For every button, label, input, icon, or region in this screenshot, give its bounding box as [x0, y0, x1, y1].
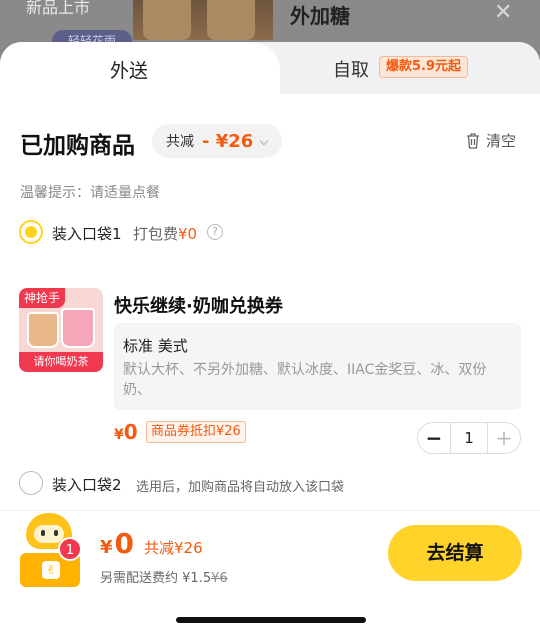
bag1-label: 装入口袋1	[52, 225, 122, 243]
coffee-cup-image	[27, 312, 59, 348]
checkout-bar: ✌ 1 ¥0 共减¥26 另需配送费约 ¥1.5¥6 去结算	[0, 510, 540, 632]
cart-mascot-icon[interactable]: ✌ 1	[18, 511, 84, 587]
packing-fee-label: 打包费	[133, 225, 179, 243]
bag2-hint: 选用后，加购商品将自动放入该口袋	[136, 480, 345, 495]
bag2-radio[interactable]	[19, 471, 43, 495]
clear-label: 清空	[486, 132, 517, 150]
product-price: ¥0	[114, 420, 138, 444]
discount-summary-button[interactable]: 共减 - ¥26 ⌵	[152, 124, 282, 158]
discount-label: 共减	[166, 134, 194, 150]
order-type-tabs: 外送 自取 爆款5.9元起	[0, 42, 540, 98]
quantity-stepper: − 1 +	[417, 422, 521, 454]
mascot-face	[34, 525, 64, 543]
cup-image	[143, 0, 191, 40]
spec-title: 标准 美式	[123, 337, 188, 355]
cart-sheet: 外送 自取 爆款5.9元起 已加购商品 共减 - ¥26 ⌵ 清空 温馨提示：请…	[0, 42, 540, 632]
background-title: 外加糖	[290, 4, 350, 28]
product-name: 快乐继续·奶咖兑换券	[114, 296, 283, 317]
spec-description: 默认大杯、不另外加糖、默认冰度、IIAC金奖豆、冰、双份奶、	[123, 362, 487, 398]
packing-fee: 打包费¥0	[133, 223, 197, 244]
packing-fee-value: ¥0	[178, 225, 198, 243]
chevron-down-icon: ⌵	[259, 133, 269, 148]
help-icon[interactable]: ?	[207, 224, 223, 240]
delivery-fee-original: ¥6	[211, 571, 228, 586]
product-flag: 神抢手	[19, 288, 66, 308]
trash-icon	[467, 132, 479, 149]
milk-tea-cup-image	[61, 308, 95, 348]
discount-amount: - ¥26	[202, 130, 254, 152]
background-label: 新品上市	[26, 0, 91, 17]
mascot-eye	[41, 530, 45, 536]
clear-cart-button[interactable]: 清空	[466, 130, 516, 151]
coupon-tag: 商品券抵扣¥26	[146, 421, 246, 443]
mascot-eye	[54, 530, 58, 536]
increase-button[interactable]: +	[488, 423, 520, 453]
bag2-label: 装入口袋2	[52, 476, 122, 494]
tab-delivery-label: 外送	[110, 60, 149, 82]
cart-count-badge: 1	[58, 537, 82, 561]
pickup-promo-badge: 爆款5.9元起	[379, 56, 469, 78]
warm-tip: 温馨提示：请适量点餐	[20, 185, 160, 201]
delivery-fee-now: ¥1.5	[182, 571, 212, 586]
tab-delivery[interactable]: 外送	[0, 42, 280, 98]
checkout-button[interactable]: 去结算	[388, 525, 522, 581]
total-value: 0	[114, 527, 135, 560]
mascot-logo-icon: ✌	[42, 561, 60, 579]
home-indicator[interactable]	[176, 617, 366, 623]
tab-pickup[interactable]: 自取	[333, 56, 369, 82]
product-image-caption: 请你喝奶茶	[19, 352, 103, 372]
product-image: 神抢手 请你喝奶茶	[19, 288, 103, 372]
price-symbol: ¥	[114, 427, 124, 443]
cup-image	[207, 0, 255, 40]
total-symbol: ¥	[100, 537, 113, 558]
background-product-image	[133, 0, 273, 40]
total-discount: 共减¥26	[144, 539, 203, 557]
delivery-fee-line: 另需配送费约 ¥1.5¥6	[100, 567, 228, 586]
quantity-value[interactable]: 1	[450, 423, 488, 453]
page-title: 已加购商品	[20, 133, 135, 159]
delivery-fee-prefix: 另需配送费约	[100, 571, 179, 586]
total-price: ¥0	[100, 527, 134, 560]
close-icon[interactable]: ✕	[494, 0, 512, 25]
product-spec-box: 标准 美式 默认大杯、不另外加糖、默认冰度、IIAC金奖豆、冰、双份奶、	[114, 323, 521, 410]
bag1-radio[interactable]	[19, 220, 43, 244]
price-value: 0	[123, 420, 138, 444]
decrease-button[interactable]: −	[418, 423, 450, 453]
